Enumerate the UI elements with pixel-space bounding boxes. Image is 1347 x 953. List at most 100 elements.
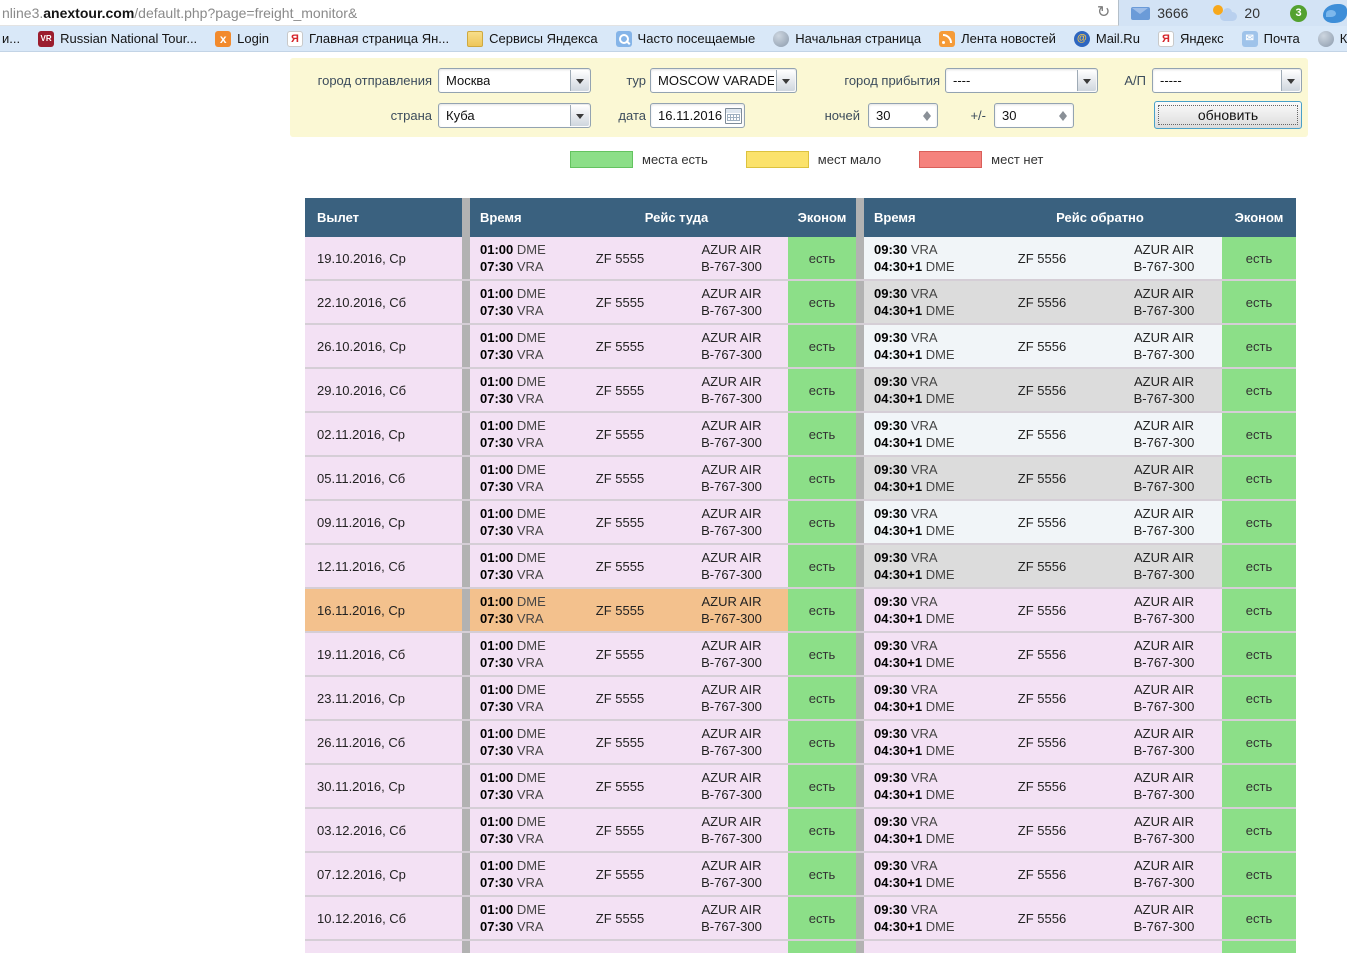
date-input[interactable]: 16.11.2016 [650, 103, 745, 128]
header-time-back: Время [864, 198, 978, 237]
mail-icon[interactable] [1131, 7, 1150, 20]
calendar-icon[interactable] [725, 108, 742, 124]
table-row[interactable]: 22.10.2016, Сб01:00 DME07:30 VRAZF 5555A… [305, 281, 1296, 325]
inbound-time-cell: 09:30 VRA04:30+1 DME [864, 853, 978, 895]
inbound-econom-cell: есть [1222, 897, 1296, 939]
table-row[interactable]: 26.10.2016, Ср01:00 DME07:30 VRAZF 5555A… [305, 325, 1296, 369]
mail-count: 3666 [1157, 5, 1188, 21]
bookmark-item[interactable]: Начальная страница [764, 26, 930, 51]
table-row[interactable]: 16.11.2016, Ср01:00 DME07:30 VRAZF 5555A… [305, 589, 1296, 633]
bookmark-item[interactable]: xLogin [206, 26, 278, 51]
departure-city-select[interactable]: Москва [438, 68, 591, 93]
column-separator [856, 369, 864, 411]
browser-address-bar: nline3.anextour.com/default.php?page=fre… [0, 0, 1347, 26]
column-separator [462, 545, 470, 587]
airport-select[interactable]: ----- [1152, 68, 1302, 93]
bookmark-label: Часто посещаемые [638, 31, 756, 46]
inbound-flight-cell: ZF 5556 [978, 237, 1106, 279]
plus-minus-stepper[interactable]: 30 [994, 103, 1074, 128]
table-row[interactable]: 05.11.2016, Сб01:00 DME07:30 VRAZF 5555A… [305, 457, 1296, 501]
inbound-econom-cell: есть [1222, 545, 1296, 587]
globe-icon [773, 31, 789, 47]
legend-swatch [919, 151, 982, 168]
table-row[interactable]: 29.10.2016, Сб01:00 DME07:30 VRAZF 5555A… [305, 369, 1296, 413]
inbound-time-cell: 09:30 VRA04:30+1 DME [864, 633, 978, 675]
outbound-flight-cell [565, 941, 675, 953]
notification-badge[interactable]: 3 [1290, 5, 1307, 22]
chevron-down-icon[interactable] [776, 70, 795, 91]
table-row[interactable]: 19.10.2016, Ср01:00 DME07:30 VRAZF 5555A… [305, 237, 1296, 281]
url-input[interactable]: nline3.anextour.com/default.php?page=fre… [0, 0, 1119, 26]
bookmark-item[interactable]: и... [0, 26, 29, 51]
reload-icon[interactable]: ↻ [1097, 5, 1110, 21]
table-row[interactable]: 23.11.2016, Ср01:00 DME07:30 VRAZF 5555A… [305, 677, 1296, 721]
table-row[interactable]: 26.11.2016, Сб01:00 DME07:30 VRAZF 5555A… [305, 721, 1296, 765]
outbound-econom-cell: есть [788, 457, 856, 499]
departure-date-cell [305, 941, 462, 953]
table-row[interactable]: 10.12.2016, Сб01:00 DME07:30 VRAZF 5555A… [305, 897, 1296, 941]
table-row[interactable]: 19.11.2016, Сб01:00 DME07:30 VRAZF 5555A… [305, 633, 1296, 677]
column-separator [462, 413, 470, 455]
bookmark-item[interactable]: ✉Почта [1233, 26, 1309, 51]
url-text: nline3.anextour.com/default.php?page=fre… [2, 5, 357, 21]
stepper-arrows-icon[interactable] [919, 104, 934, 127]
table-row[interactable]: 09.11.2016, Ср01:00 DME07:30 VRAZF 5555A… [305, 501, 1296, 545]
bookmark-item[interactable]: VRRussian National Tour... [29, 26, 206, 51]
column-separator [856, 501, 864, 543]
departure-city-label: город отправления [290, 68, 432, 93]
bookmark-item[interactable]: Сервисы Яндекса [458, 26, 606, 51]
outbound-flight-cell: ZF 5555 [565, 369, 675, 411]
tour-select[interactable]: MOSCOW VARADERO [650, 68, 797, 93]
departure-date-cell: 19.10.2016, Ср [305, 237, 462, 279]
browser-corner-icon[interactable] [1323, 4, 1347, 23]
column-separator [462, 941, 470, 953]
inbound-flight-cell: ZF 5556 [978, 809, 1106, 851]
bookmark-label: Почта [1264, 31, 1300, 46]
yandex-icon: Я [287, 31, 303, 47]
stepper-arrows-icon[interactable] [1055, 104, 1070, 127]
column-separator [462, 457, 470, 499]
nights-stepper[interactable]: 30 [868, 103, 938, 128]
table-row[interactable]: 30.11.2016, Ср01:00 DME07:30 VRAZF 5555A… [305, 765, 1296, 809]
departure-date-cell: 22.10.2016, Сб [305, 281, 462, 323]
inbound-airline-cell: AZUR AIRB-767-300 [1106, 677, 1222, 719]
chevron-down-icon[interactable] [1281, 70, 1300, 91]
arrival-city-label: город прибытия [795, 68, 940, 93]
arrival-city-select[interactable]: ---- [945, 68, 1098, 93]
table-row[interactable] [305, 941, 1296, 953]
flights-table: Вылет Время Рейс туда Эконом Время Рейс … [305, 198, 1296, 953]
table-row[interactable]: 12.11.2016, Сб01:00 DME07:30 VRAZF 5555A… [305, 545, 1296, 589]
table-row[interactable]: 07.12.2016, Ср01:00 DME07:30 VRAZF 5555A… [305, 853, 1296, 897]
bookmark-item[interactable]: Часто посещаемые [607, 26, 765, 51]
inbound-flight-cell: ZF 5556 [978, 369, 1106, 411]
inbound-airline-cell: AZUR AIRB-767-300 [1106, 413, 1222, 455]
outbound-airline-cell: AZUR AIRB-767-300 [675, 765, 788, 807]
table-row[interactable]: 03.12.2016, Сб01:00 DME07:30 VRAZF 5555A… [305, 809, 1296, 853]
header-econom-out: Эконом [788, 198, 856, 237]
refresh-button[interactable]: обновить [1154, 101, 1302, 129]
bookmark-item[interactable]: @Mail.Ru [1065, 26, 1149, 51]
inbound-time-cell: 09:30 VRA04:30+1 DME [864, 545, 978, 587]
inbound-time-cell: 09:30 VRA04:30+1 DME [864, 765, 978, 807]
inbound-flight-cell [978, 941, 1106, 953]
inbound-time-cell: 09:30 VRA04:30+1 DME [864, 809, 978, 851]
outbound-econom-cell: есть [788, 589, 856, 631]
table-row[interactable]: 02.11.2016, Ср01:00 DME07:30 VRAZF 5555A… [305, 413, 1296, 457]
column-separator [856, 677, 864, 719]
bookmark-item[interactable]: ЯЯндекс [1149, 26, 1233, 51]
cloud-icon [1220, 12, 1237, 21]
column-separator [856, 457, 864, 499]
legend-label: мест мало [818, 152, 881, 167]
bookmark-item[interactable]: Коллекция веб-фраг. [1309, 26, 1347, 51]
folder-icon [467, 31, 483, 47]
column-separator [462, 721, 470, 763]
column-separator [856, 809, 864, 851]
inbound-econom-cell: есть [1222, 369, 1296, 411]
country-select[interactable]: Куба [438, 103, 591, 128]
departure-date-cell: 23.11.2016, Ср [305, 677, 462, 719]
column-separator [856, 941, 864, 953]
weather-icon[interactable] [1212, 5, 1238, 22]
bookmark-item[interactable]: Лента новостей [930, 26, 1065, 51]
outbound-airline-cell: AZUR AIRB-767-300 [675, 853, 788, 895]
bookmark-item[interactable]: ЯГлавная страница Ян... [278, 26, 458, 51]
